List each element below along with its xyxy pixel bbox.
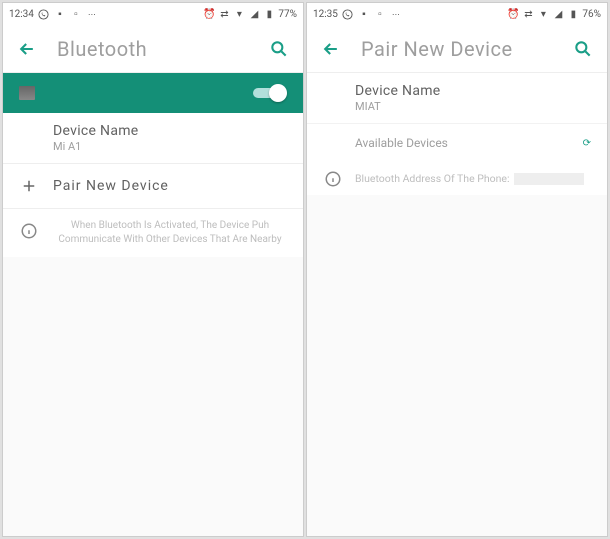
- page-title: Pair New Device: [361, 37, 571, 61]
- pair-new-device-row[interactable]: Pair New Device: [3, 164, 303, 209]
- battery-icon: ▮: [263, 8, 275, 20]
- address-label: Bluetooth Address Of The Phone:: [355, 172, 510, 185]
- app-header: Pair New Device: [307, 25, 607, 73]
- signal-icon: ◢: [248, 8, 260, 20]
- battery-text: 77%: [278, 9, 297, 20]
- available-devices-row: Available Devices ⟳: [307, 124, 607, 162]
- empty-area: [307, 195, 607, 536]
- battery-icon: ▮: [567, 8, 579, 20]
- wifi-icon: ▾: [233, 8, 245, 20]
- notif-icon-2: ▫: [70, 8, 82, 20]
- device-name-value: MIAT: [355, 100, 591, 113]
- empty-area: [3, 257, 303, 536]
- info-text: When Bluetooth Is Activated, The Device …: [58, 220, 281, 245]
- whatsapp-icon: [342, 8, 354, 20]
- device-name-label: Device Name: [355, 83, 591, 99]
- signal-icon: ◢: [552, 8, 564, 20]
- status-time: 12:34: [9, 9, 34, 20]
- available-devices-label: Available Devices: [355, 136, 448, 150]
- sync-icon: ⇄: [522, 8, 534, 20]
- alarm-icon: ⏰: [203, 8, 215, 20]
- notif-icon-3: ⋯: [390, 8, 402, 20]
- bluetooth-device-icon: [19, 86, 35, 100]
- status-bar: 12:35 ▪ ▫ ⋯ ⏰ ⇄ ▾ ◢ ▮ 76%: [307, 3, 607, 25]
- status-time: 12:35: [313, 9, 338, 20]
- bluetooth-address-row: Bluetooth Address Of The Phone:: [307, 162, 607, 195]
- plus-icon: [19, 176, 39, 196]
- info-icon: [323, 169, 343, 189]
- alarm-icon: ⏰: [507, 8, 519, 20]
- whatsapp-icon: [38, 8, 50, 20]
- status-bar: 12:34 ▪ ▫ ⋯ ⏰ ⇄ ▾ ◢ ▮ 77%: [3, 3, 303, 25]
- notif-icon-3: ⋯: [86, 8, 98, 20]
- notif-icon-1: ▪: [54, 8, 66, 20]
- address-value-redacted: [514, 173, 584, 185]
- device-name-row[interactable]: Device Name Mi A1: [3, 113, 303, 164]
- notif-icon-2: ▫: [374, 8, 386, 20]
- info-icon: [19, 221, 39, 241]
- pair-device-screen: 12:35 ▪ ▫ ⋯ ⏰ ⇄ ▾ ◢ ▮ 76% Pair New Devic…: [306, 2, 608, 537]
- app-header: Bluetooth: [3, 25, 303, 73]
- scanning-spinner-icon: ⟳: [583, 138, 591, 149]
- search-button[interactable]: [571, 37, 595, 61]
- pair-label: Pair New Device: [53, 178, 287, 194]
- page-title: Bluetooth: [57, 37, 267, 61]
- device-name-row[interactable]: Device Name MIAT: [307, 73, 607, 124]
- search-button[interactable]: [267, 37, 291, 61]
- notif-icon-1: ▪: [358, 8, 370, 20]
- device-name-value: Mi A1: [53, 140, 287, 153]
- back-button[interactable]: [319, 37, 343, 61]
- device-name-label: Device Name: [53, 123, 287, 139]
- wifi-icon: ▾: [537, 8, 549, 20]
- bluetooth-toggle-bar[interactable]: [3, 73, 303, 113]
- back-button[interactable]: [15, 37, 39, 61]
- bluetooth-switch[interactable]: [253, 84, 287, 102]
- battery-text: 76%: [582, 9, 601, 20]
- sync-icon: ⇄: [218, 8, 230, 20]
- bluetooth-info-row: When Bluetooth Is Activated, The Device …: [3, 209, 303, 257]
- bluetooth-screen: 12:34 ▪ ▫ ⋯ ⏰ ⇄ ▾ ◢ ▮ 77% Bluetooth: [2, 2, 304, 537]
